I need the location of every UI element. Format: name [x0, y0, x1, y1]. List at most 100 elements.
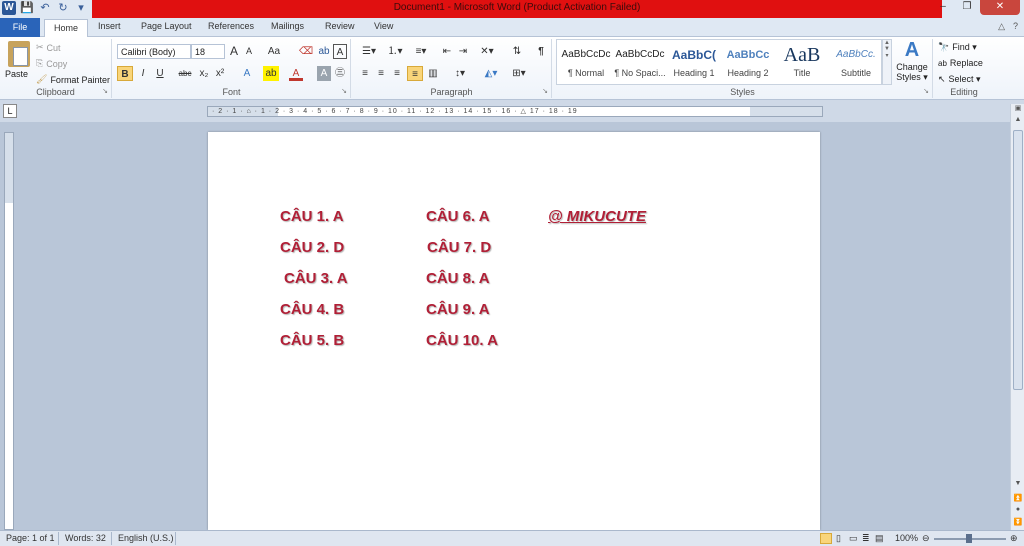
style-subtitle[interactable]: AaBbCc. Subtitle	[829, 42, 883, 84]
change-case-button[interactable]: Aa	[265, 44, 283, 59]
paragraph-launcher-icon[interactable]: ↘	[542, 87, 548, 95]
highlight-color-icon[interactable]: ab	[263, 66, 279, 81]
tab-selector-button[interactable]: L	[3, 104, 17, 118]
font-family-select[interactable]: Calibri (Body)	[117, 44, 191, 59]
zoom-in-icon[interactable]: ⊕	[1010, 533, 1018, 544]
font-color-icon[interactable]: A	[289, 66, 303, 81]
distributed-icon[interactable]: ▥	[426, 66, 440, 81]
subscript-button[interactable]: x₂	[197, 66, 211, 81]
ruler-toggle-icon[interactable]: ▣	[1011, 104, 1024, 112]
undo-icon[interactable]: ↶	[38, 1, 52, 15]
align-left-icon[interactable]: ≡	[358, 66, 372, 81]
shading-icon[interactable]: ◭▾	[480, 66, 502, 81]
shrink-font-button[interactable]: A	[243, 44, 255, 59]
replace-button[interactable]: ab Replace	[938, 58, 983, 68]
next-page-icon[interactable]: ⏬	[1011, 518, 1024, 526]
horizontal-ruler[interactable]: · 2 · 1 · ⌂ · 1 · 2 · 3 · 4 · 5 · 6 · 7 …	[207, 106, 823, 117]
vertical-scrollbar[interactable]: ▣ ▲ ▼ ⏫ ● ⏬	[1010, 104, 1024, 530]
underline-button[interactable]: U	[153, 66, 167, 81]
language-indicator[interactable]: English (U.S.)	[118, 533, 174, 543]
text-effects-icon[interactable]: A	[239, 66, 255, 81]
tab-home[interactable]: Home	[44, 19, 88, 38]
tab-review[interactable]: Review	[325, 21, 355, 31]
full-screen-reading-icon[interactable]: ▯	[836, 533, 841, 544]
select-button[interactable]: ↖ Select ▾	[938, 74, 981, 85]
clipboard-group-label: Clipboard	[36, 87, 75, 97]
tab-mailings[interactable]: Mailings	[271, 21, 304, 31]
decrease-indent-icon[interactable]: ⇤	[440, 44, 454, 59]
redo-icon[interactable]: ↻	[56, 1, 70, 15]
style-title[interactable]: AaB Title	[775, 42, 829, 84]
customize-qat-icon[interactable]: ▾	[74, 1, 88, 15]
asian-layout-icon[interactable]: ✕▾	[478, 44, 496, 59]
scroll-up-icon[interactable]: ▲	[1011, 116, 1024, 123]
styles-scroll[interactable]: ▲ ▼ ▾	[882, 39, 892, 85]
tab-view[interactable]: View	[374, 21, 393, 31]
strikethrough-button[interactable]: abc	[177, 66, 193, 81]
minimize-ribbon-icon[interactable]: △	[998, 21, 1005, 32]
bullets-icon[interactable]: ☰▾	[358, 44, 380, 59]
page-count[interactable]: Page: 1 of 1	[6, 533, 55, 543]
styles-group-label: Styles	[730, 87, 755, 97]
show-formatting-button[interactable]: ¶	[534, 44, 548, 59]
close-button[interactable]: ✕	[980, 0, 1020, 15]
character-border-button[interactable]: A	[333, 44, 347, 59]
font-size-select[interactable]: 18	[191, 44, 225, 59]
format-painter-button[interactable]: 🖌 Format Painter	[36, 74, 110, 85]
align-right-icon[interactable]: ≡	[390, 66, 404, 81]
increase-indent-icon[interactable]: ⇥	[456, 44, 470, 59]
tab-references[interactable]: References	[208, 21, 254, 31]
vertical-ruler[interactable]	[4, 132, 14, 530]
phonetic-guide-icon[interactable]: ab	[317, 44, 331, 59]
grow-font-button[interactable]: A	[228, 44, 240, 59]
numbering-icon[interactable]: ⒈▾	[384, 44, 406, 59]
italic-button[interactable]: I	[137, 66, 149, 81]
cut-button[interactable]: ✂ Cut	[36, 42, 61, 53]
help-icon[interactable]: ?	[1013, 21, 1018, 32]
copy-button[interactable]: ⎘ Copy	[36, 58, 67, 69]
draft-view-icon[interactable]: ▤	[875, 533, 884, 544]
change-styles-button[interactable]: A Change Styles ▾	[895, 39, 929, 83]
save-icon[interactable]: 💾	[20, 1, 34, 15]
style-heading-1[interactable]: AaBbC( Heading 1	[667, 42, 721, 84]
tab-page-layout[interactable]: Page Layout	[141, 21, 192, 31]
styles-launcher-icon[interactable]: ↘	[923, 87, 929, 95]
paste-icon[interactable]	[8, 41, 30, 67]
style-heading-2[interactable]: AaBbCc Heading 2	[721, 42, 775, 84]
zoom-level[interactable]: 100%	[895, 533, 918, 543]
select-browse-object-icon[interactable]: ●	[1011, 506, 1024, 513]
minimize-button[interactable]: –	[932, 0, 954, 15]
clipboard-launcher-icon[interactable]: ↘	[102, 87, 108, 95]
scroll-thumb[interactable]	[1013, 130, 1023, 390]
tab-file[interactable]: File	[0, 18, 40, 37]
bold-button[interactable]: B	[117, 66, 133, 81]
zoom-out-icon[interactable]: ⊖	[922, 533, 930, 544]
print-layout-view-icon[interactable]	[820, 533, 832, 544]
paste-button[interactable]: Paste	[5, 69, 28, 79]
justify-icon[interactable]: ≡	[407, 66, 423, 81]
tab-insert[interactable]: Insert	[98, 21, 121, 31]
web-layout-icon[interactable]: ▭	[849, 533, 858, 544]
superscript-button[interactable]: x²	[213, 66, 227, 81]
outline-view-icon[interactable]: ≣	[862, 533, 870, 544]
line-spacing-icon[interactable]: ↕▾	[450, 66, 470, 81]
scroll-down-icon[interactable]: ▼	[1011, 480, 1024, 487]
font-launcher-icon[interactable]: ↘	[341, 87, 347, 95]
status-separator	[111, 532, 112, 545]
multilevel-list-icon[interactable]: ≡▾	[410, 44, 432, 59]
sort-icon[interactable]: ⇅	[510, 44, 524, 59]
character-shading-icon[interactable]: A	[317, 66, 331, 81]
style-no-spacing[interactable]: AaBbCcDc ¶ No Spaci...	[613, 42, 667, 84]
previous-page-icon[interactable]: ⏫	[1011, 494, 1024, 502]
word-logo-icon[interactable]: W	[2, 1, 16, 15]
clear-formatting-icon[interactable]: ⌫	[299, 44, 313, 59]
find-button[interactable]: 🔭 Find ▾	[938, 42, 977, 53]
borders-icon[interactable]: ⊞▾	[508, 66, 530, 81]
document-page[interactable]: CÂU 1. A CÂU 2. D CÂU 3. A CÂU 4. B CÂU …	[208, 132, 820, 530]
style-normal[interactable]: AaBbCcDc ¶ Normal	[559, 42, 613, 84]
enclose-characters-icon[interactable]: ㊂	[333, 66, 347, 81]
word-count[interactable]: Words: 32	[65, 533, 106, 543]
align-center-icon[interactable]: ≡	[374, 66, 388, 81]
restore-button[interactable]: ❐	[956, 0, 978, 15]
zoom-slider-thumb[interactable]	[966, 534, 972, 543]
